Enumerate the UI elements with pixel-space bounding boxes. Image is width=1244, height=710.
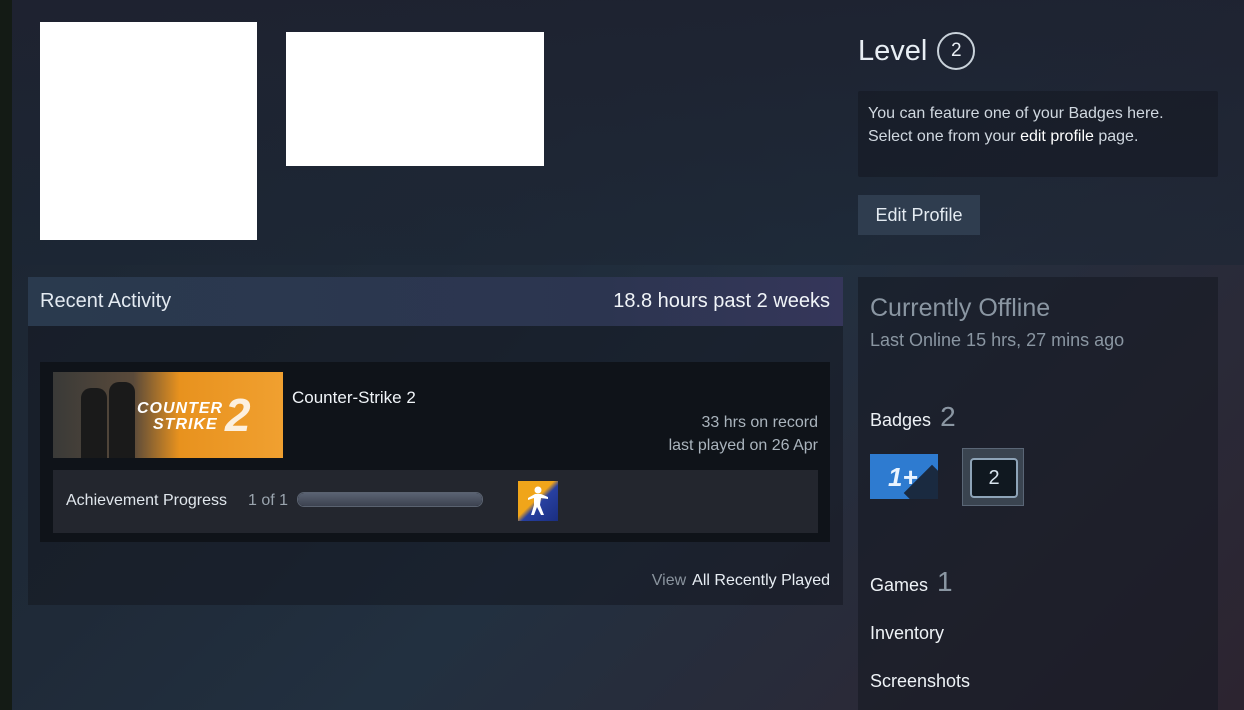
game-hours-on-record: 33 hrs on record [701,414,818,431]
achievement-count: 1 of 1 [248,492,289,509]
achievement-icon[interactable] [518,481,558,521]
achievement-progress-label: Achievement Progress [66,492,227,509]
game-thumbnail-figure [109,382,135,458]
badges-label: Badges [870,410,932,430]
featured-badge-line2-pre: Select one from your [868,128,1021,145]
sidebar-item-screenshots[interactable]: Screenshots [870,671,970,692]
game-thumbnail-logo-number: 2 [225,389,251,441]
inventory-label: Inventory [870,623,945,643]
game-thumbnail-figure [81,388,107,458]
edit-profile-link[interactable]: edit profile [1020,128,1094,145]
badge-years-text: 1+ [888,462,918,492]
all-recently-played-link[interactable]: All Recently Played [692,572,830,589]
badge-level[interactable]: 2 [962,448,1024,506]
recent-game-card: COUNTER STRIKE 2 Counter-Strike 2 33 hrs… [40,362,830,542]
view-label: View [651,572,687,589]
achievement-progress-bar [297,492,483,507]
sidebar-item-badges[interactable]: Badges 2 [870,401,956,433]
featured-badge-text: You can feature one of your Badges here.… [868,102,1208,148]
sidebar-item-inventory[interactable]: Inventory [870,623,944,644]
avatar[interactable] [40,22,257,240]
recent-activity-hours: 18.8 hours past 2 weeks [613,290,830,312]
recent-activity-header: Recent Activity 18.8 hours past 2 weeks [28,277,843,326]
edit-profile-button[interactable]: Edit Profile [858,195,980,235]
recent-activity-title: Recent Activity [40,290,172,312]
game-thumbnail[interactable]: COUNTER STRIKE 2 [53,372,283,458]
featured-badge-line1: You can feature one of your Badges here. [868,105,1164,122]
game-thumbnail-logo-text: STRIKE [153,416,218,433]
badge-years-of-service[interactable]: 1+ [870,454,938,499]
featured-badge-line2-post: page. [1093,128,1139,145]
game-last-played: last played on 26 Apr [668,437,818,454]
last-online-text: Last Online 15 hrs, 27 mins ago [870,330,1125,350]
online-status: Currently Offline [870,294,1051,322]
soldier-silhouette-icon [528,486,548,515]
recent-activity-panel: Recent Activity 18.8 hours past 2 weeks … [28,277,843,605]
profile-sidebar: Currently Offline Last Online 15 hrs, 27… [858,277,1218,710]
profile-name-block [286,32,544,166]
page-left-edge [0,0,12,710]
level-label: Level [858,34,928,67]
featured-badge-placeholder: You can feature one of your Badges here.… [858,91,1218,177]
games-label: Games [870,575,929,595]
achievement-progress-fill [298,493,482,506]
badge-level-number: 2 [970,458,1018,498]
view-all-recently-played: View All Recently Played [652,572,830,590]
badges-count: 2 [940,401,956,432]
sidebar-item-games[interactable]: Games 1 [870,566,953,598]
screenshots-label: Screenshots [870,671,971,691]
achievement-progress-row[interactable]: Achievement Progress 1 of 1 [53,470,818,533]
game-name-link[interactable]: Counter-Strike 2 [292,388,416,408]
level-display: Level 2 [858,32,976,70]
games-count: 1 [937,566,953,597]
level-badge[interactable]: 2 [937,32,976,70]
